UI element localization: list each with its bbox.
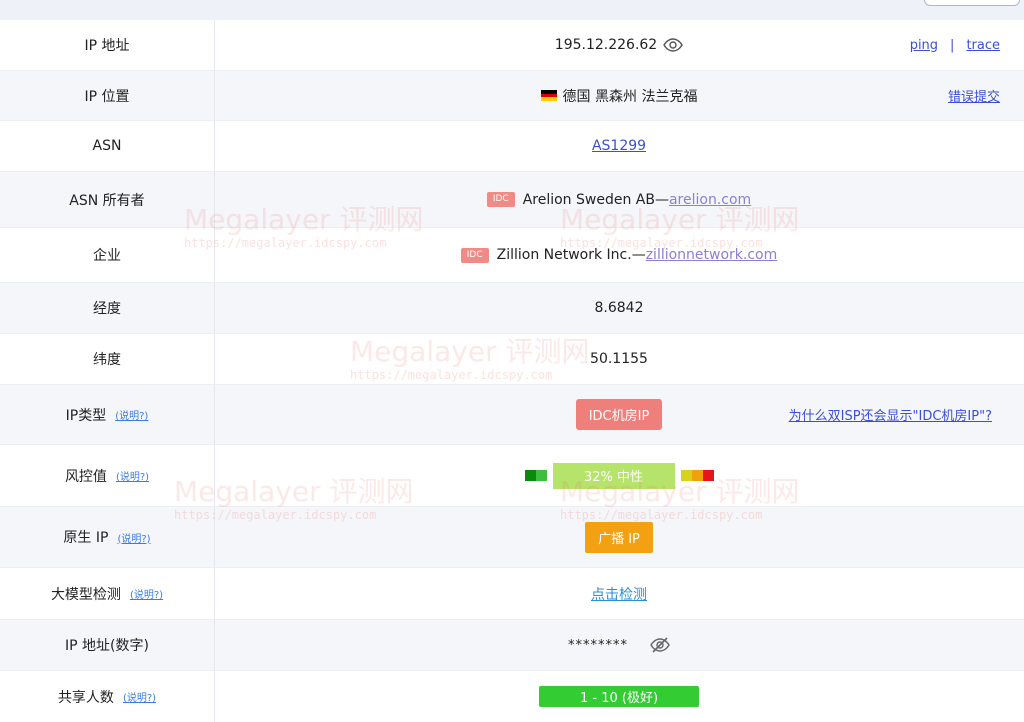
row-asn: ASN AS1299 — [0, 121, 1024, 172]
row-risk: 风控值 (说明?) 32% 中性 — [0, 445, 1024, 507]
click-detect-link[interactable]: 点击检测 — [591, 584, 647, 604]
label-ip-type: IP类型 — [65, 407, 107, 424]
label-ip-address: IP 地址 — [0, 20, 215, 70]
asn-owner-name: Arelion Sweden AB— — [522, 191, 669, 208]
trace-link[interactable]: trace — [966, 38, 1000, 53]
risk-score-pill: 32% 中性 — [552, 462, 675, 489]
eye-icon[interactable] — [663, 38, 684, 52]
ping-link[interactable]: ping — [910, 38, 938, 53]
row-longitude: 经度 8.6842 — [0, 283, 1024, 334]
label-asn-owner: ASN 所有者 — [0, 172, 215, 227]
risk-scale: 32% 中性 — [524, 462, 714, 489]
label-llm-detect: 大模型检测 — [50, 586, 121, 603]
idc-tag: IDC — [486, 192, 515, 207]
row-native-ip: 原生 IP (说明?) 广播 IP — [0, 507, 1024, 568]
risk-segment-high — [691, 470, 703, 481]
longitude-value: 8.6842 — [594, 300, 644, 316]
row-ip-address: IP 地址 195.12.226.62 ping | trace — [0, 20, 1024, 71]
company-name: Zillion Network Inc.— — [496, 247, 646, 263]
ip-info-table: IP 地址 195.12.226.62 ping | trace IP 位置 德… — [0, 20, 1024, 722]
asn-owner-domain-link[interactable]: arelion.com — [669, 192, 751, 208]
help-link-ip-type[interactable]: (说明?) — [115, 407, 148, 422]
shared-users-badge: 1 - 10 (极好) — [539, 686, 699, 707]
label-latitude: 纬度 — [0, 334, 215, 384]
ip-address-value: 195.12.226.62 — [554, 37, 658, 53]
top-strip — [0, 0, 1024, 20]
row-ip-type: IP类型 (说明?) IDC机房IP 为什么双ISP还会显示"IDC机房IP"? — [0, 385, 1024, 445]
report-error-link[interactable]: 错误提交 — [948, 86, 1000, 105]
label-ip-numeric: IP 地址(数字) — [0, 620, 215, 670]
risk-segment-very-high — [702, 470, 714, 481]
row-asn-owner: ASN 所有者 IDC Arelion Sweden AB— arelion.c… — [0, 172, 1024, 228]
risk-segment-medium — [680, 470, 692, 481]
link-separator: | — [950, 37, 955, 53]
help-link-risk[interactable]: (说明?) — [116, 468, 149, 483]
label-shared-users: 共享人数 — [57, 689, 114, 706]
row-ip-numeric: IP 地址(数字) ******** — [0, 620, 1024, 671]
row-company: 企业 IDC Zillion Network Inc.— zillionnetw… — [0, 228, 1024, 283]
label-ip-location: IP 位置 — [0, 71, 215, 120]
row-latitude: 纬度 50.1155 — [0, 334, 1024, 385]
label-longitude: 经度 — [0, 283, 215, 333]
row-ip-location: IP 位置 德国 黑森州 法兰克福 错误提交 — [0, 71, 1024, 121]
ip-type-badge: IDC机房IP — [575, 399, 663, 430]
ip-numeric-masked-value: ******** — [568, 637, 628, 653]
top-button-fragment[interactable] — [924, 0, 1020, 6]
germany-flag-icon — [540, 90, 557, 102]
row-llm-detect: 大模型检测 (说明?) 点击检测 — [0, 568, 1024, 620]
company-domain-link[interactable]: zillionnetwork.com — [646, 247, 778, 263]
eye-slash-icon[interactable] — [650, 637, 670, 653]
latitude-value: 50.1155 — [590, 351, 648, 367]
asn-link[interactable]: AS1299 — [592, 138, 646, 154]
help-link-shared-users[interactable]: (说明?) — [123, 689, 156, 704]
row-shared-users: 共享人数 (说明?) 1 - 10 (极好) — [0, 671, 1024, 722]
help-link-native-ip[interactable]: (说明?) — [117, 530, 150, 545]
label-native-ip: 原生 IP — [63, 530, 109, 546]
label-risk: 风控值 — [64, 468, 107, 485]
risk-segment-very-low — [524, 470, 536, 481]
idc-tag: IDC — [460, 247, 489, 263]
broadcast-ip-badge: 广播 IP — [585, 521, 653, 553]
label-asn: ASN — [0, 121, 215, 171]
risk-segment-low — [535, 470, 547, 481]
label-company: 企业 — [0, 228, 215, 282]
help-link-llm-detect[interactable]: (说明?) — [130, 586, 163, 601]
why-idc-link[interactable]: 为什么双ISP还会显示"IDC机房IP"? — [789, 405, 992, 424]
ip-location-value: 德国 黑森州 法兰克福 — [562, 88, 698, 105]
